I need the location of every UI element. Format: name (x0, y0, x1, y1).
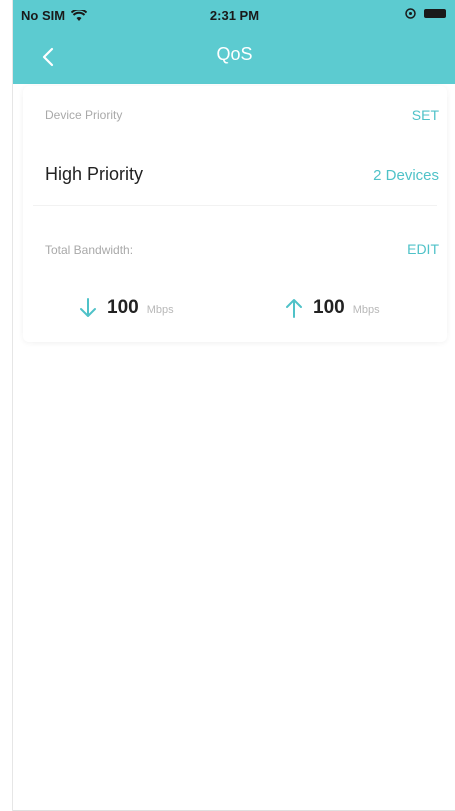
upload-unit: Mbps (352, 304, 380, 316)
total-bandwidth-label: Total Bandwidth: (45, 243, 134, 257)
page-title: QoS (216, 44, 253, 64)
app-screen: No SIM 2:31 PM QoS Device Priority SET H… (12, 0, 455, 811)
download-unit: Mbps (146, 304, 174, 316)
battery-icon (424, 9, 446, 18)
top-bar: No SIM 2:31 PM QoS (13, 0, 455, 84)
device-count-link[interactable]: 2 Devices (373, 167, 439, 184)
upload-bandwidth: 100 Mbps (283, 297, 380, 319)
qos-card: Device Priority SET High Priority 2 Devi… (23, 86, 447, 342)
device-priority-label: Device Priority (45, 108, 123, 122)
status-time: 2:31 PM (209, 8, 260, 23)
priority-name: High Priority (45, 164, 144, 184)
back-button[interactable] (33, 42, 63, 72)
carrier-info: No SIM (21, 8, 88, 23)
upload-value: 100 (313, 297, 345, 318)
arrow-up-icon (286, 299, 302, 318)
orientation-lock-icon (405, 8, 416, 19)
arrow-down-icon (80, 298, 96, 317)
set-button[interactable]: SET (412, 107, 439, 123)
nav-bar: QoS (13, 30, 455, 84)
download-value: 100 (107, 297, 139, 318)
divider (33, 205, 437, 206)
carrier-label: No SIM (21, 8, 66, 23)
edit-button[interactable]: EDIT (407, 241, 439, 257)
wifi-icon (71, 9, 88, 21)
chevron-left-icon (42, 47, 54, 67)
status-bar: No SIM 2:31 PM (13, 0, 455, 30)
download-bandwidth: 100 Mbps (77, 297, 174, 319)
status-right (405, 8, 446, 19)
